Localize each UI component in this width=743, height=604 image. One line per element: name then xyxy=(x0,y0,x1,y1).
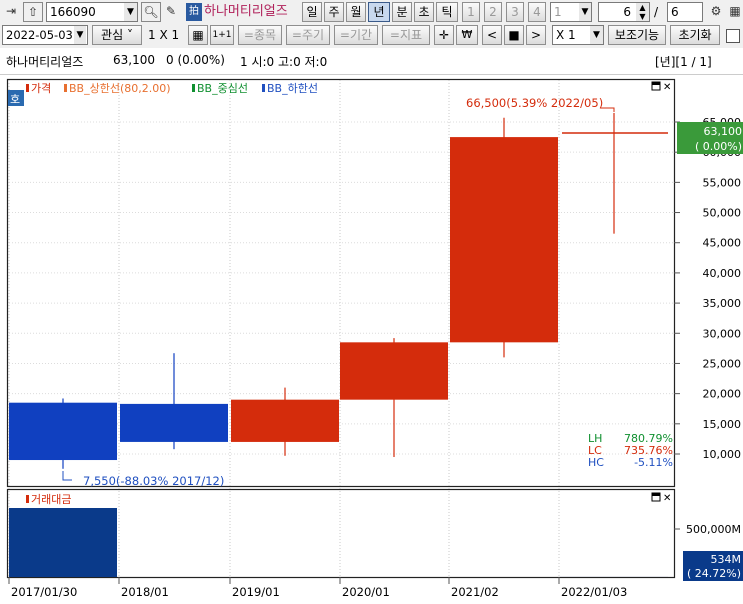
flag-text: 호 xyxy=(10,93,20,106)
y-tick-label: 15,000 xyxy=(703,418,742,431)
candle-body xyxy=(231,399,339,442)
grid-layout-label[interactable]: 1 X 1 xyxy=(148,25,179,45)
page-2-button[interactable]: 2 xyxy=(484,2,502,22)
legend-middle: BB_중심선 xyxy=(197,82,248,95)
volume-bar xyxy=(9,508,117,577)
count-spinner-icon[interactable]: ▲ ▼ xyxy=(636,3,649,21)
toggle-checkbox[interactable] xyxy=(726,29,740,43)
slash-label: / xyxy=(654,5,659,19)
stat-hc-key: HC xyxy=(588,456,604,469)
link-icon[interactable]: ⇥ xyxy=(2,2,20,20)
info-price: 63,100 xyxy=(113,53,155,67)
period-compare-button[interactable]: =주기 xyxy=(286,25,330,45)
period-week[interactable]: 주 xyxy=(324,2,344,22)
won-icon[interactable]: ₩ xyxy=(456,25,478,45)
period-tick[interactable]: 틱 xyxy=(436,2,458,22)
y-tick-label: 35,000 xyxy=(703,297,742,310)
volume-current-change: ( 24.72%) xyxy=(687,567,741,580)
legend-upper: BB_상한선(80,2.00) xyxy=(69,82,171,95)
x-tick-label: 2022/01/03 xyxy=(561,585,627,599)
watchlist-button[interactable]: 관심 ˅ xyxy=(92,25,142,45)
one-plus-one-button[interactable]: 1+1 xyxy=(210,25,234,45)
period-month[interactable]: 월 xyxy=(346,2,366,22)
term-compare-button[interactable]: =기간 xyxy=(334,25,378,45)
aux-function-button[interactable]: 보조기능 xyxy=(608,25,666,45)
min-annotation: 7,550(-88.03% 2017/12) xyxy=(83,474,224,488)
indicator-compare-button[interactable]: =지표 xyxy=(382,25,430,45)
legend-lower: BB_하한선 xyxy=(267,81,318,95)
watchlist-label: 관심 xyxy=(101,28,124,42)
candle-body xyxy=(9,402,117,461)
y-tick-label: 45,000 xyxy=(703,237,742,250)
volume-close-icon[interactable]: ✕ xyxy=(663,493,671,504)
toolbar-top: ⇥ ⇧ 166090 ▼ 🔍︎ ✎ 拍 하나머티리얼즈 일 주 월 년 분 초 … xyxy=(0,0,743,24)
y-tick-label: 10,000 xyxy=(703,448,742,461)
y-tick-label: 50,000 xyxy=(703,207,742,220)
y-tick-label: 55,000 xyxy=(703,176,742,189)
total-input: 6 xyxy=(667,2,703,22)
x-tick-label: 2019/01 xyxy=(232,585,280,599)
candle-body xyxy=(340,342,448,400)
x-tick-label: 2021/02 xyxy=(451,585,499,599)
current-change-label: ( 0.00%) xyxy=(695,140,742,153)
stop-icon[interactable]: ■ xyxy=(504,25,524,45)
info-change: 0 (0.00%) xyxy=(166,53,225,67)
chart-area[interactable]: 10,000 15,000 20,000 25,000 30,000 35,000 40,0… xyxy=(0,74,743,604)
y-tick-label: 25,000 xyxy=(703,357,742,370)
current-price-label: 63,100 xyxy=(704,125,743,138)
volume-axis-label: 500,000M xyxy=(686,523,741,536)
y-tick-label: 30,000 xyxy=(703,327,742,340)
stat-hc-value: -5.11% xyxy=(634,456,673,469)
period-year[interactable]: 년 xyxy=(368,2,390,22)
date-dropdown-arrow[interactable]: ▼ xyxy=(74,26,86,44)
stock-compare-button[interactable]: =종목 xyxy=(238,25,282,45)
x-tick-label: 2018/01 xyxy=(121,585,169,599)
stock-name-label[interactable]: 하나머티리얼즈 xyxy=(204,2,288,22)
scroll-left-icon[interactable]: < xyxy=(482,25,502,45)
period-second[interactable]: 초 xyxy=(414,2,434,22)
info-bar: 하나머티리얼즈 63,100 0 (0.00%) 1 시:0 고:0 저:0 [… xyxy=(0,48,743,75)
multiplier-arrow[interactable]: ▼ xyxy=(590,26,603,44)
page-1-button[interactable]: 1 xyxy=(462,2,480,22)
x-axis: 2017/01/30 2018/01 2019/01 2020/01 2021/02 20… xyxy=(8,577,627,599)
candle-body xyxy=(120,403,228,442)
crosshair-icon[interactable]: ✛ xyxy=(434,25,454,45)
grid-table-icon[interactable]: ▦ xyxy=(188,25,208,45)
max-annotation: 66,500(5.39% 2022/05) xyxy=(466,96,603,110)
code-dropdown-arrow[interactable]: ▼ xyxy=(124,3,137,21)
broker-logo: 拍 xyxy=(186,3,202,21)
volume-current-label: 534M xyxy=(711,553,742,566)
volume-legend: 거래대금 xyxy=(31,493,71,506)
settings-icon[interactable]: ⚙ xyxy=(707,2,725,20)
price-y-axis: 10,000 15,000 20,000 25,000 30,000 35,000 40,0… xyxy=(674,116,741,461)
page-4-button[interactable]: 4 xyxy=(528,2,546,22)
x-tick-label: 2020/01 xyxy=(342,585,390,599)
y-tick-label: 40,000 xyxy=(703,267,742,280)
candle-body xyxy=(450,137,558,343)
grid-icon[interactable]: ▦ xyxy=(726,2,743,20)
scroll-right-icon[interactable]: > xyxy=(526,25,546,45)
page-select-arrow[interactable]: ▼ xyxy=(579,3,591,21)
search-icon[interactable]: 🔍︎ xyxy=(141,2,161,22)
reset-button[interactable]: 초기화 xyxy=(670,25,720,45)
pin-icon[interactable]: ⇧ xyxy=(23,2,43,22)
info-stock-name: 하나머티리얼즈 xyxy=(6,55,84,69)
info-ohlc: 1 시:0 고:0 저:0 xyxy=(240,55,328,69)
legend-price: 가격 xyxy=(31,82,51,95)
x-tick-label: 2017/01/30 xyxy=(11,585,77,599)
tools-icon[interactable]: ✎ xyxy=(162,2,180,20)
y-tick-label: 20,000 xyxy=(703,388,742,401)
period-minute[interactable]: 분 xyxy=(392,2,412,22)
close-icon[interactable]: ✕ xyxy=(663,82,671,93)
info-period-page: [년][1 / 1] xyxy=(655,55,712,69)
toolbar-second: 2022-05-03 ▼ 관심 ˅ 1 X 1 ▦ 1+1 =종목 =주기 =기… xyxy=(0,24,743,48)
page-3-button[interactable]: 3 xyxy=(506,2,524,22)
period-day[interactable]: 일 xyxy=(302,2,322,22)
